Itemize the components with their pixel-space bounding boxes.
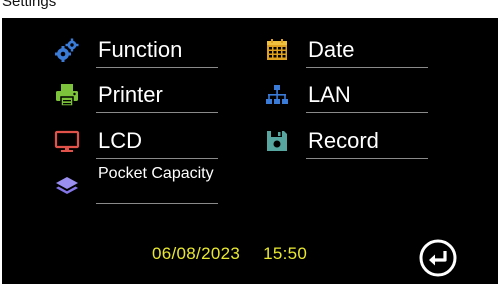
menu-item-function[interactable]: Function — [54, 33, 224, 73]
gears-icon — [54, 37, 80, 63]
divider — [306, 112, 428, 113]
divider — [306, 158, 428, 159]
settings-screen: Function Date Printer LAN LCD Record Poc… — [2, 18, 498, 284]
menu-label-lan: LAN — [308, 82, 351, 107]
menu-label-pocket-capacity: Pocket Capacity — [98, 165, 214, 182]
return-arrow-icon — [418, 238, 458, 278]
menu-item-date[interactable]: Date — [264, 33, 434, 73]
back-button[interactable] — [418, 238, 458, 278]
divider — [306, 67, 428, 68]
divider — [96, 67, 218, 68]
monitor-icon — [54, 128, 80, 154]
divider — [96, 203, 218, 204]
status-date: 06/08/2023 — [152, 244, 241, 263]
divider — [96, 112, 218, 113]
menu-item-pocket-capacity[interactable]: Pocket Capacity — [54, 165, 224, 209]
calendar-icon — [264, 37, 290, 63]
printer-icon — [54, 82, 80, 108]
top-bar: Settings — [0, 0, 500, 18]
menu-label-lcd: LCD — [98, 128, 143, 153]
menu-label-printer: Printer — [98, 82, 163, 107]
network-icon — [264, 82, 290, 108]
menu-item-lcd[interactable]: LCD — [54, 124, 224, 164]
divider — [96, 158, 218, 159]
menu-label-record: Record — [308, 128, 379, 153]
status-datetime: 06/08/2023 15:50 — [152, 244, 307, 264]
layers-icon — [54, 173, 80, 199]
menu-item-lan[interactable]: LAN — [264, 78, 434, 118]
floppy-disk-icon — [264, 128, 290, 154]
menu-label-function: Function — [98, 37, 183, 62]
window-title: Settings — [2, 0, 57, 10]
menu-item-record[interactable]: Record — [264, 124, 434, 164]
status-time: 15:50 — [263, 244, 308, 263]
menu-label-date: Date — [308, 37, 355, 62]
menu-item-printer[interactable]: Printer — [54, 78, 224, 118]
